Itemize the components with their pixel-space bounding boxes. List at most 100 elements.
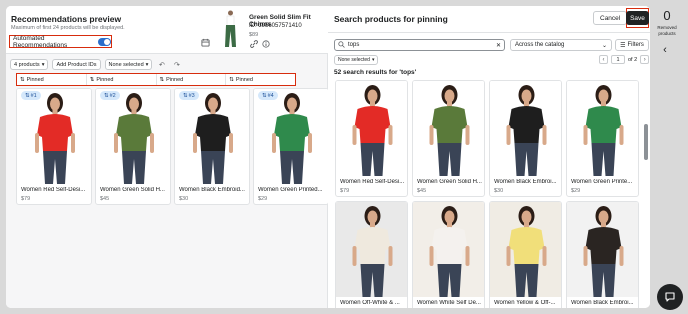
products-count-dropdown[interactable]: 4 products ▾	[10, 59, 49, 70]
page-total: of 2	[628, 56, 638, 63]
next-page-button[interactable]: ›	[640, 55, 650, 64]
product-image	[413, 202, 484, 297]
sort-icon: ⇅	[20, 76, 25, 83]
modal-frame: Recommendations preview Maximum of first…	[6, 6, 650, 308]
card-product-name: Women Black Embroid...	[179, 187, 245, 193]
none-selected-dropdown[interactable]: None selected ▾	[334, 55, 379, 65]
preview-subtitle: Maximum of first 24 products will be dis…	[11, 25, 125, 31]
chevron-left-icon[interactable]: ‹	[659, 42, 671, 58]
scrollbar-thumb[interactable]	[644, 124, 648, 160]
divider	[328, 32, 650, 33]
search-icon	[338, 40, 345, 50]
card-product-price: $79	[21, 196, 31, 202]
result-product-card[interactable]: Women White Self De...	[412, 201, 485, 308]
pinned-label: Pinned	[96, 76, 114, 83]
result-product-card[interactable]: Women Green Solid H... $45	[412, 80, 485, 197]
filters-button[interactable]: ☰ Filters	[615, 39, 649, 51]
chevron-down-icon: ▾	[145, 61, 149, 68]
card-product-price: $45	[100, 196, 110, 202]
preview-toolbar: 4 products ▾ Add Product IDs None select…	[10, 59, 182, 70]
result-product-card[interactable]: Women Off-White & ...	[335, 201, 408, 308]
none-selected-dropdown[interactable]: None selected ▾	[104, 59, 153, 70]
scrollbar[interactable]	[644, 80, 648, 308]
preview-product-card[interactable]: ⇅ #2 Women Green Solid H... $45	[95, 88, 171, 205]
filter-icon: ☰	[620, 42, 626, 49]
pinned-cell[interactable]: ⇅ Pinned	[226, 74, 295, 85]
save-button[interactable]: Save	[626, 11, 649, 25]
pin-icon: ⇅	[25, 92, 30, 99]
add-product-ids-button[interactable]: Add Product IDs	[52, 59, 101, 70]
result-product-card[interactable]: Women Red Self-Desi... $79	[335, 80, 408, 197]
result-product-card[interactable]: Women Green Printe... $29	[566, 80, 639, 197]
rank-label: #3	[188, 92, 195, 99]
none-selected-label: None selected	[338, 57, 370, 63]
product-image	[96, 89, 170, 184]
card-product-price: $29	[258, 196, 268, 202]
pinned-cell[interactable]: ⇅ Pinned	[156, 74, 227, 85]
filters-label: Filters	[627, 42, 644, 48]
recommendations-preview-panel: Recommendations preview Maximum of first…	[6, 6, 329, 308]
calendar-icon[interactable]	[199, 36, 211, 48]
card-product-price: $79	[340, 188, 350, 194]
card-product-name: Women Off-White & ...	[340, 300, 400, 306]
undo-icon[interactable]: ↶	[156, 59, 167, 70]
result-product-card[interactable]: Women Yellow & Off-...	[489, 201, 562, 308]
product-image	[413, 81, 484, 176]
link-icon[interactable]	[250, 40, 258, 48]
card-product-name: Women White Self De...	[417, 300, 481, 306]
preview-title: Recommendations preview	[11, 14, 122, 24]
preview-product-card[interactable]: ⇅ #3 Women Black Embroid... $30	[174, 88, 250, 205]
card-product-name: Women Green Solid H...	[417, 179, 482, 185]
pin-icon: ⇅	[104, 92, 109, 99]
product-image	[175, 89, 249, 184]
pin-icon: ⇅	[262, 92, 267, 99]
rank-badge: ⇅ #3	[179, 91, 199, 100]
card-product-name: Women Black Embroi...	[571, 300, 634, 306]
sort-icon: ⇅	[229, 76, 234, 83]
search-results-grid: Women Red Self-Desi... $79 Women Green S…	[335, 80, 639, 308]
card-product-price: $29	[571, 188, 581, 194]
card-product-price: $45	[417, 188, 427, 194]
chat-icon	[665, 292, 675, 302]
info-icon[interactable]	[262, 40, 270, 48]
pinned-cell[interactable]: ⇅ Pinned	[86, 74, 157, 85]
result-product-card[interactable]: Women Black Embroi...	[566, 201, 639, 308]
pagination: ‹ 1 of 2 ›	[599, 55, 650, 64]
preview-card-list: ⇅ #1 Women Red Self-Desi... $79 ⇅ #2 Women…	[16, 88, 329, 205]
pinned-cell[interactable]: ⇅ Pinned	[17, 74, 87, 85]
card-product-name: Women Green Printe...	[571, 179, 633, 185]
product-image	[336, 202, 407, 297]
removed-products-label: Removed products	[657, 25, 677, 36]
catalog-scope-select[interactable]: Across the catalog ⌄	[510, 39, 612, 51]
product-image	[336, 81, 407, 176]
result-product-card[interactable]: Women Black Embroi... $30	[489, 80, 562, 197]
none-selected-label: None selected	[108, 61, 144, 68]
redo-icon[interactable]: ↷	[171, 59, 182, 70]
rank-label: #4	[267, 92, 274, 99]
sort-icon: ⇅	[89, 76, 95, 83]
card-product-name: Women Green Solid H...	[100, 187, 165, 193]
search-value: tops	[348, 42, 360, 48]
chat-button[interactable]	[657, 284, 683, 310]
clear-icon[interactable]: ✕	[496, 42, 501, 49]
cancel-button[interactable]: Cancel	[593, 11, 628, 25]
product-price: $89	[249, 32, 259, 38]
product-thumbnail	[217, 9, 244, 49]
preview-product-card[interactable]: ⇅ #4 Women Green Printed... $29	[253, 88, 329, 205]
chevron-down-icon: ▾	[41, 61, 45, 68]
prev-page-button[interactable]: ‹	[599, 55, 608, 64]
results-count: 52 search results for 'tops'	[334, 69, 417, 76]
automated-recommendations-toggle[interactable]	[97, 37, 111, 46]
chevron-down-icon: ⌄	[601, 42, 607, 49]
search-products-panel: Search products for pinning Cancel Save …	[328, 6, 650, 308]
rank-badge: ⇅ #4	[258, 91, 278, 100]
product-image	[17, 89, 91, 184]
preview-product-card[interactable]: ⇅ #1 Women Red Self-Desi... $79	[16, 88, 92, 205]
card-product-price: $30	[179, 196, 189, 202]
products-count-label: 4 products	[14, 61, 40, 68]
card-product-name: Women Black Embroi...	[494, 179, 557, 185]
search-input[interactable]: tops ✕	[334, 39, 505, 51]
page-input[interactable]: 1	[611, 55, 625, 64]
card-product-name: Women Green Printed...	[258, 187, 323, 193]
chevron-down-icon: ▾	[371, 57, 375, 63]
